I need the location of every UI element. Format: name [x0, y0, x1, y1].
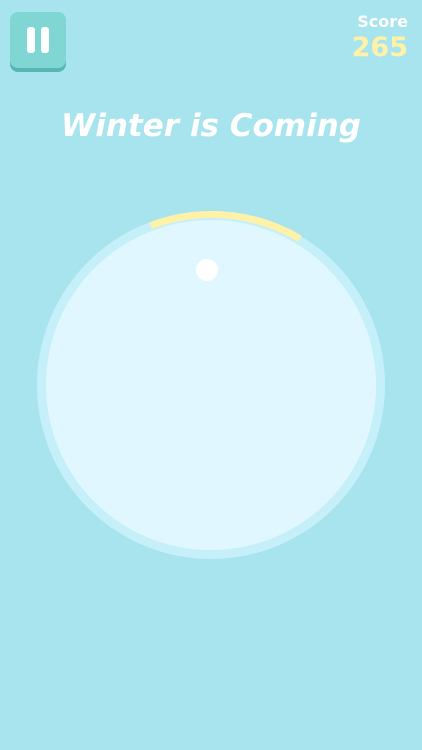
ball — [196, 259, 218, 281]
game-arena[interactable] — [0, 0, 422, 750]
